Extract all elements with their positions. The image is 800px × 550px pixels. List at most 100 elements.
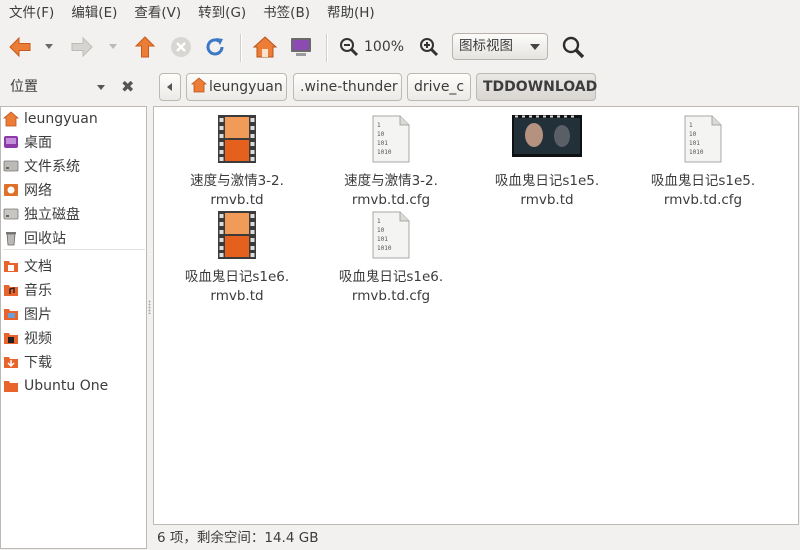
home-button[interactable] [249, 26, 281, 68]
disk-icon [3, 208, 19, 220]
file-name: 吸血鬼日记s1e6. rmvb.td.cfg [338, 269, 444, 304]
places-label[interactable]: 位置 [10, 68, 38, 106]
downloads-folder-icon [4, 357, 18, 368]
menu-go[interactable]: 转到(G) [189, 0, 254, 26]
svg-text:101: 101 [377, 140, 388, 147]
sidebar-item-documents[interactable]: 文档 [3, 255, 52, 277]
up-arrow-icon [134, 36, 156, 58]
sidebar-item-pictures[interactable]: 图片 [3, 303, 52, 325]
forward-arrow-icon [71, 36, 93, 58]
breadcrumb-tddownload[interactable]: TDDOWNLOAD [476, 73, 597, 101]
chevron-down-icon [109, 44, 117, 49]
sidebar-item-music[interactable]: 音乐 [3, 279, 52, 301]
zoom-out-button[interactable] [336, 26, 362, 68]
reload-icon [206, 38, 224, 56]
sidebar-item-ubuntu-one[interactable]: Ubuntu One [3, 375, 108, 397]
sidebar-item-downloads[interactable]: 下载 [3, 351, 52, 373]
sidebar-item-videos[interactable]: 视频 [3, 327, 52, 349]
menu-file[interactable]: 文件(F) [0, 0, 62, 26]
menu-edit[interactable]: 编辑(E) [62, 0, 125, 26]
video-thumbnail-icon [512, 115, 582, 157]
svg-text:1: 1 [377, 122, 381, 129]
view-mode-label: 图标视图 [459, 38, 513, 54]
svg-text:1010: 1010 [689, 149, 704, 156]
view-mode-select[interactable]: 图标视图 [452, 33, 548, 60]
forward-button[interactable] [66, 26, 98, 68]
stop-icon [171, 37, 191, 57]
binary-file-icon: 1 10 101 1010 [372, 211, 410, 259]
sidebar-item-filesystem[interactable]: 文件系统 [3, 155, 80, 177]
chevron-down-icon [45, 44, 53, 49]
svg-text:1: 1 [377, 218, 381, 225]
chevron-down-icon[interactable] [97, 85, 105, 90]
back-button[interactable] [4, 26, 36, 68]
sidebar-item-label: 桌面 [24, 135, 52, 151]
file-item[interactable]: 1 10 101 1010 吸血鬼日记s1e5. rmvb.td.cfg [628, 115, 778, 215]
chevron-left-icon [167, 83, 172, 91]
menu-bookmarks[interactable]: 书签(B) [254, 0, 318, 26]
computer-button[interactable] [286, 26, 316, 68]
menu-view[interactable]: 查看(V) [125, 0, 189, 26]
svg-text:101: 101 [689, 140, 700, 147]
chevron-down-icon [530, 44, 540, 50]
svg-text:1010: 1010 [377, 245, 392, 252]
sidebar-item-label: 独立磁盘 [24, 207, 80, 223]
sidebar-item-trash[interactable]: 回收站 [3, 227, 66, 249]
zoom-in-icon [420, 38, 439, 57]
sidebar-item-label: 文档 [24, 259, 52, 275]
file-item[interactable]: 1 10 101 1010 吸血鬼日记s1e6. rmvb.td.cfg [316, 211, 466, 311]
toolbar: 100% 图标视图 [0, 26, 800, 68]
desktop-icon [4, 136, 18, 148]
stop-button[interactable] [166, 26, 196, 68]
trash-icon [6, 232, 16, 246]
svg-text:10: 10 [689, 131, 697, 138]
reload-button[interactable] [200, 26, 230, 68]
back-history-dropdown[interactable] [40, 26, 58, 68]
pictures-folder-icon [4, 309, 18, 320]
menubar: 文件(F) 编辑(E) 查看(V) 转到(G) 书签(B) 帮助(H) [0, 0, 800, 26]
search-button[interactable] [558, 26, 588, 68]
zoom-in-button[interactable] [416, 26, 442, 68]
up-button[interactable] [130, 26, 160, 68]
music-folder-icon [4, 285, 18, 296]
status-bar: 6 项，剩余空间：14.4 GB [157, 530, 319, 546]
zoom-level: 100% [364, 39, 405, 55]
breadcrumb-back-button[interactable] [159, 73, 181, 101]
sidebar-item-label: leungyuan [24, 111, 98, 127]
file-item[interactable]: 1 10 101 1010 速度与激情3-2. rmvb.td.cfg [316, 115, 466, 215]
file-item[interactable]: 吸血鬼日记s1e6. rmvb.td [162, 211, 312, 311]
sidebar-item-label: 文件系统 [24, 159, 80, 175]
network-icon [4, 184, 18, 196]
breadcrumb-drive-c[interactable]: drive_c [407, 73, 471, 101]
file-name: 速度与激情3-2. rmvb.td.cfg [344, 173, 438, 208]
sidebar-item-home[interactable]: leungyuan [3, 108, 98, 130]
svg-text:101: 101 [377, 236, 388, 243]
back-arrow-icon [9, 36, 31, 58]
file-item[interactable]: 速度与激情3-2. rmvb.td [162, 115, 312, 215]
sidebar-separator [3, 249, 145, 250]
file-name: 吸血鬼日记s1e6. rmvb.td [184, 269, 290, 304]
places-sidebar: leungyuan 桌面 文件系统 网络 独立磁盘 回收站 文档 音乐 图片 视… [0, 106, 147, 549]
binary-file-icon: 1 10 101 1010 [684, 115, 722, 163]
search-icon [562, 36, 585, 59]
breadcrumb-leungyuan[interactable]: leungyuan [186, 73, 287, 101]
close-icon[interactable]: ✖ [121, 68, 134, 106]
pane-resize-handle[interactable] [148, 300, 151, 314]
sidebar-item-label: 网络 [24, 183, 52, 199]
sidebar-item-network[interactable]: 网络 [3, 179, 52, 201]
sidebar-item-desktop[interactable]: 桌面 [3, 131, 52, 153]
sidebar-item-label: Ubuntu One [24, 378, 109, 394]
sidebar-item-disk[interactable]: 独立磁盘 [3, 203, 80, 225]
breadcrumb-wine-thunder[interactable]: .wine-thunder [293, 73, 402, 101]
svg-text:10: 10 [377, 131, 385, 138]
forward-history-dropdown[interactable] [104, 26, 122, 68]
file-item[interactable]: 吸血鬼日记s1e5. rmvb.td [472, 115, 622, 215]
toolbar-separator [240, 34, 242, 62]
toolbar-separator [326, 34, 328, 62]
binary-file-icon: 1 10 101 1010 [372, 115, 410, 163]
menu-help[interactable]: 帮助(H) [318, 0, 383, 26]
home-icon [252, 36, 278, 58]
video-file-icon [218, 115, 256, 163]
file-name: 吸血鬼日记s1e5. rmvb.td.cfg [650, 173, 756, 208]
svg-text:10: 10 [377, 227, 385, 234]
